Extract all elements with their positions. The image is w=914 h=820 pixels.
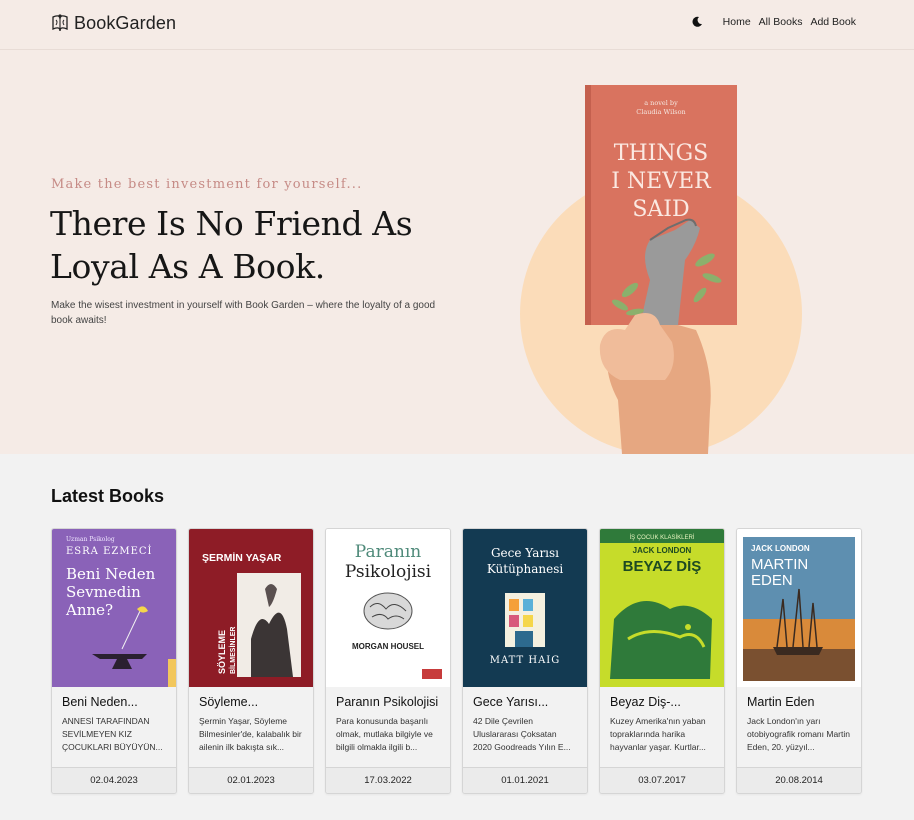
svg-text:BEYAZ DİŞ: BEYAZ DİŞ: [623, 558, 702, 575]
book-description: 42 Dile Çevrilen Uluslararası Çoksatan 2…: [473, 716, 571, 752]
navbar: BookGarden Home All Books Add Book: [0, 0, 914, 50]
book-date: 17.03.2022: [326, 767, 450, 793]
svg-text:Gece Yarısı: Gece Yarısı: [491, 546, 559, 560]
svg-text:MORGAN HOUSEL: MORGAN HOUSEL: [352, 642, 424, 651]
svg-text:MATT HAIG: MATT HAIG: [490, 655, 561, 666]
svg-text:Kütüphanesi: Kütüphanesi: [487, 562, 564, 576]
svg-text:SÖYLEME: SÖYLEME: [217, 630, 227, 674]
book-description: Şermin Yaşar, Söyleme Bilmesinler'de, ka…: [199, 716, 302, 752]
book-card[interactable]: Uzman Psikolog ESRA EZMECİ Beni Neden Se…: [51, 528, 177, 794]
book-title[interactable]: Gece Yarısı...: [473, 695, 577, 709]
hero-section: Make the best investment for yourself...…: [0, 50, 914, 454]
hero-book-author: Claudia Wilson: [636, 108, 685, 116]
book-card[interactable]: ŞERMİN YAŞAR SÖYLEME BİLMESİNLER Söyleme…: [188, 528, 314, 794]
book-card[interactable]: Gece Yarısı Kütüphanesi MATT HAIG Gece Y…: [462, 528, 588, 794]
svg-text:JACK LONDON: JACK LONDON: [633, 546, 692, 555]
hero-book-title-line3: SAID: [632, 197, 689, 222]
nav-add-book-link[interactable]: Add Book: [810, 16, 856, 28]
book-title[interactable]: Paranın Psikolojisi: [336, 695, 440, 709]
book-card-body: Beni Neden... ANNESİ TARAFINDAN SEVİLMEY…: [52, 687, 176, 767]
book-description: Para konusunda başarılı olmak, mutlaka b…: [336, 716, 433, 752]
book-cover: Gece Yarısı Kütüphanesi MATT HAIG: [463, 529, 587, 687]
book-card[interactable]: İŞ ÇOCUK KLASİKLERİ JACK LONDON BEYAZ Dİ…: [599, 528, 725, 794]
svg-text:ŞERMİN YAŞAR: ŞERMİN YAŞAR: [202, 551, 282, 564]
svg-text:İŞ ÇOCUK KLASİKLERİ: İŞ ÇOCUK KLASİKLERİ: [629, 534, 694, 541]
book-description: ANNESİ TARAFINDAN SEVİLMEYEN KIZ ÇOCUKLA…: [62, 716, 163, 752]
latest-books-heading: Latest Books: [51, 486, 165, 506]
book-description: Jack London'ın yarı otobiyografik romanı…: [747, 716, 850, 752]
book-card[interactable]: JACK LONDON MARTIN EDEN Martin Eden Jack…: [736, 528, 862, 794]
svg-text:BİLMESİNLER: BİLMESİNLER: [229, 627, 237, 674]
book-flower-logo-icon: [52, 14, 68, 32]
dark-mode-moon-icon[interactable]: [691, 16, 703, 28]
brand[interactable]: BookGarden: [50, 12, 176, 34]
book-cover: ŞERMİN YAŞAR SÖYLEME BİLMESİNLER: [189, 529, 313, 687]
book-date: 20.08.2014: [737, 767, 861, 793]
svg-text:Paranın: Paranın: [355, 542, 421, 562]
book-description: Kuzey Amerika'nın yaban topraklarında ha…: [610, 716, 706, 752]
book-card[interactable]: Paranın Psikolojisi MORGAN HOUSEL Paranı…: [325, 528, 451, 794]
brand-name: BookGarden: [74, 12, 177, 33]
svg-text:Anne?: Anne?: [65, 601, 113, 619]
nav-all-books-link[interactable]: All Books: [759, 16, 803, 28]
svg-text:Psikolojisi: Psikolojisi: [345, 562, 432, 582]
book-date: 03.07.2017: [600, 767, 724, 793]
svg-text:Uzman Psikolog: Uzman Psikolog: [66, 536, 115, 543]
hero-book-title-line1: THINGS: [614, 141, 708, 166]
book-title[interactable]: Beni Neden...: [62, 695, 166, 709]
book-date: 02.01.2023: [189, 767, 313, 793]
book-date: 01.01.2021: [463, 767, 587, 793]
book-title[interactable]: Martin Eden: [747, 695, 851, 709]
hero-subtitle: Make the wisest investment in yourself w…: [51, 300, 436, 326]
book-cover: Paranın Psikolojisi MORGAN HOUSEL: [326, 529, 450, 687]
svg-text:JACK LONDON: JACK LONDON: [751, 544, 810, 553]
nav-home-link[interactable]: Home: [723, 16, 751, 28]
hero-headline: There Is No Friend As Loyal As A Book.: [50, 204, 413, 286]
book-title[interactable]: Söyleme...: [199, 695, 303, 709]
hero-tagline: Make the best investment for yourself...: [51, 177, 363, 192]
book-card-body: Söyleme... Şermin Yaşar, Söyleme Bilmesi…: [189, 687, 313, 767]
svg-text:Beni Neden: Beni Neden: [66, 565, 156, 583]
hero-book-byline: a novel by: [644, 99, 678, 107]
book-cover: İŞ ÇOCUK KLASİKLERİ JACK LONDON BEYAZ Dİ…: [600, 529, 724, 687]
svg-text:ESRA EZMECİ: ESRA EZMECİ: [66, 545, 152, 557]
book-card-body: Gece Yarısı... 42 Dile Çevrilen Uluslara…: [463, 687, 587, 767]
book-card-body: Beyaz Diş-... Kuzey Amerika'nın yaban to…: [600, 687, 724, 767]
book-cover: JACK LONDON MARTIN EDEN: [737, 529, 861, 687]
hero-book-title-line2: I NEVER: [611, 169, 712, 194]
svg-text:MARTIN: MARTIN: [751, 556, 808, 573]
book-title[interactable]: Beyaz Diş-...: [610, 695, 714, 709]
book-card-body: Paranın Psikolojisi Para konusunda başar…: [326, 687, 450, 767]
svg-text:EDEN: EDEN: [751, 572, 793, 589]
book-cover: Uzman Psikolog ESRA EZMECİ Beni Neden Se…: [52, 529, 176, 687]
svg-text:Sevmedin: Sevmedin: [66, 583, 141, 601]
hero-book-illustration: a novel by Claudia Wilson THINGS I NEVER…: [520, 85, 802, 454]
book-date: 02.04.2023: [52, 767, 176, 793]
nav-menu: Home All Books Add Book: [691, 16, 856, 28]
latest-books-list: Uzman Psikolog ESRA EZMECİ Beni Neden Se…: [51, 528, 862, 794]
book-card-body: Martin Eden Jack London'ın yarı otobiyog…: [737, 687, 861, 767]
